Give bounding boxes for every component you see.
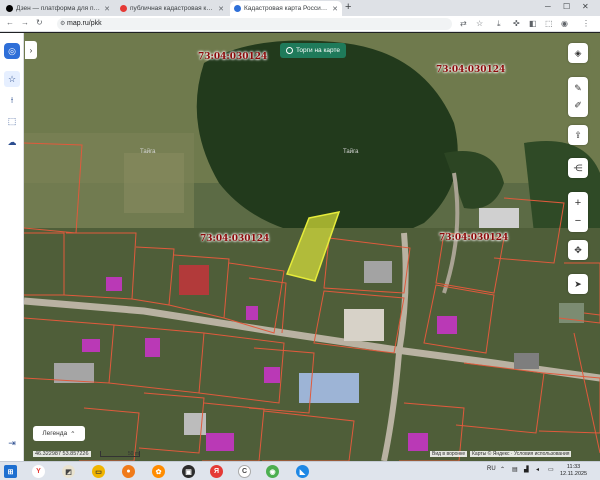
app-blue-icon[interactable]: ◣ bbox=[296, 465, 309, 478]
cadastral-number-label: 73:04:030124 bbox=[436, 65, 506, 75]
os-taskbar: ⊞ Y ◩ ▭ ● ✿ ▣ Я C ◉ ◣ RU ⌃ ▤ ▟ ◂ ▭ 11:33… bbox=[0, 461, 600, 480]
auctions-on-map-button[interactable]: Торги на карте bbox=[280, 43, 346, 58]
share-button[interactable]: ⋲ bbox=[568, 158, 588, 178]
cadastral-number-label: 73:04:030124 bbox=[200, 234, 270, 244]
maximize-icon[interactable]: ☐ bbox=[563, 2, 570, 11]
close-icon[interactable]: ✕ bbox=[218, 5, 224, 13]
login-icon[interactable]: ⇥ bbox=[4, 435, 20, 451]
app-icon[interactable]: ◩ bbox=[62, 465, 75, 478]
zoom-in-button[interactable]: + bbox=[575, 197, 581, 209]
move-icon: ✥ bbox=[574, 244, 582, 255]
translate-icon[interactable]: ⇄ bbox=[460, 19, 467, 28]
tab-cadastral-map-russia[interactable]: Кадастровая карта России онл ✕ bbox=[230, 1, 342, 16]
edit-icon[interactable]: ✐ bbox=[574, 100, 582, 111]
yandex-browser-icon[interactable]: Y bbox=[32, 465, 45, 478]
location-arrow-icon: ➤ bbox=[574, 278, 582, 289]
site-info-icon[interactable]: ⚙ bbox=[60, 18, 65, 30]
close-icon[interactable]: ✕ bbox=[104, 5, 110, 13]
select-area-icon[interactable]: ⬚ bbox=[4, 113, 20, 129]
map-imagery bbox=[24, 33, 600, 461]
app-c-icon[interactable]: C bbox=[238, 465, 251, 478]
cloud-upload-icon: ⇪ bbox=[574, 129, 582, 140]
cloud-icon[interactable]: ☁ bbox=[4, 134, 20, 150]
file-explorer-icon[interactable]: ▭ bbox=[92, 465, 105, 478]
star-icon[interactable]: ☆ bbox=[476, 19, 483, 28]
profile-icon[interactable]: ◉ bbox=[561, 19, 568, 28]
extension-icon[interactable]: ✜ bbox=[513, 19, 520, 28]
system-clock[interactable]: 11:33 12.11.2025 bbox=[560, 464, 587, 478]
clock-date: 12.11.2025 bbox=[560, 471, 588, 477]
layers-button[interactable]: ◈ bbox=[568, 43, 588, 63]
chevron-icon: ⌃ bbox=[70, 430, 76, 438]
zoom-out-button[interactable]: − bbox=[575, 215, 581, 227]
zoom-controls: + − bbox=[568, 192, 588, 232]
window-close-icon[interactable]: ✕ bbox=[582, 2, 589, 11]
battery-icon[interactable]: ▭ bbox=[548, 466, 554, 473]
upload-button[interactable]: ⇪ bbox=[568, 125, 588, 145]
start-windows-icon[interactable]: ⊞ bbox=[4, 465, 17, 478]
view-mode-label: Вид в воронке bbox=[430, 451, 468, 457]
new-tab-button[interactable]: + bbox=[345, 1, 351, 13]
legend-label: Легенда bbox=[42, 430, 68, 437]
close-icon[interactable]: ✕ bbox=[332, 5, 338, 13]
cadastral-number-label: 73:04:030124 bbox=[439, 233, 509, 243]
pan-button[interactable]: ✥ bbox=[568, 240, 588, 260]
cadastral-number-label: 73:04:030124 bbox=[198, 52, 268, 62]
geolocation-button[interactable]: ➤ bbox=[568, 274, 588, 294]
legend-button[interactable]: Легенда ⌃ bbox=[33, 426, 85, 441]
map-favicon-icon bbox=[234, 5, 241, 12]
dzen-favicon-icon bbox=[6, 5, 13, 12]
url-text: map.ru/pkk bbox=[67, 20, 102, 27]
draw-tools: ✎ ✐ bbox=[568, 77, 588, 117]
url-field[interactable]: ⚙ map.ru/pkk bbox=[57, 18, 452, 30]
app-orange-icon[interactable]: ✿ bbox=[152, 465, 165, 478]
extensions-icon[interactable]: ⬚ bbox=[545, 19, 553, 28]
layers-icon: ◈ bbox=[574, 47, 582, 58]
forward-icon[interactable]: → bbox=[21, 18, 29, 27]
firefox-icon[interactable]: ● bbox=[122, 465, 135, 478]
cursor-coordinates: 46.322987 53.857226 bbox=[33, 451, 91, 457]
minimize-icon[interactable]: ─ bbox=[545, 2, 551, 11]
place-label: Тайга bbox=[140, 149, 156, 155]
menu-icon[interactable]: ⋮ bbox=[582, 19, 590, 28]
extension-2-icon[interactable]: ◧ bbox=[529, 19, 537, 28]
yandex-favicon-icon bbox=[120, 5, 127, 12]
tray-arrow-icon[interactable]: ⌃ bbox=[500, 466, 505, 473]
map-attribution[interactable]: Карты © Яндекс · Условия использования bbox=[470, 451, 572, 457]
satellite-map[interactable]: 73:04:030124 73:04:030124 73:04:030124 7… bbox=[24, 33, 600, 461]
tab-dzen[interactable]: Дзен — платформа для просмо ✕ bbox=[2, 1, 114, 16]
ruler-icon[interactable]: ✎ bbox=[574, 83, 582, 94]
measure-icon[interactable]: ⟊ bbox=[4, 92, 20, 108]
chrome-icon[interactable]: ◉ bbox=[266, 465, 279, 478]
auctions-label: Торги на карте bbox=[295, 47, 341, 54]
tray-app-icon[interactable]: ▤ bbox=[512, 466, 518, 473]
expand-panel-button[interactable]: › bbox=[25, 41, 37, 59]
network-icon[interactable]: ▟ bbox=[524, 466, 529, 473]
share-icon: ⋲ bbox=[573, 162, 583, 173]
clock-time: 11:33 bbox=[566, 464, 581, 470]
language-indicator[interactable]: RU bbox=[487, 466, 496, 472]
tab-public-cadastral-map[interactable]: публичная кадастровая карта - ✕ bbox=[116, 1, 228, 16]
browser-tab-strip: Дзен — платформа для просмо ✕ публичная … bbox=[0, 0, 600, 16]
reload-icon[interactable]: ↻ bbox=[36, 18, 43, 27]
yandex-icon[interactable]: Я bbox=[210, 465, 223, 478]
auction-icon bbox=[285, 47, 293, 54]
download-icon[interactable]: ⤓ bbox=[497, 19, 501, 29]
app-logo-icon[interactable]: ◎ bbox=[4, 43, 20, 59]
app-dark-icon[interactable]: ▣ bbox=[182, 465, 195, 478]
favorites-icon[interactable]: ☆ bbox=[4, 71, 20, 87]
place-label: Тайга bbox=[343, 149, 359, 155]
address-bar: ← → ↻ ⚙ map.ru/pkk ⇄ ☆ ⤓ ✜ ◧ ⬚ ◉ ⋮ bbox=[0, 16, 600, 32]
left-toolbar: ◎ ☆ ⟊ ⬚ ☁ ⇥ bbox=[0, 33, 24, 461]
back-icon[interactable]: ← bbox=[6, 18, 14, 27]
scale-bar: 50 m bbox=[100, 451, 140, 457]
volume-icon[interactable]: ◂ bbox=[536, 466, 539, 473]
